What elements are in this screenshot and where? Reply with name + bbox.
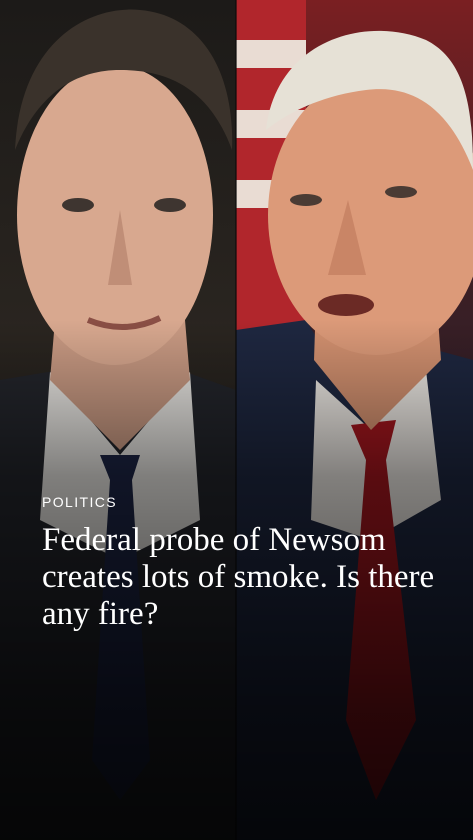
category-label[interactable]: POLITICS: [42, 494, 449, 510]
story-card[interactable]: POLITICS Federal probe of Newsom creates…: [0, 0, 473, 840]
story-caption: POLITICS Federal probe of Newsom creates…: [42, 494, 449, 633]
headline[interactable]: Federal probe of Newsom creates lots of …: [42, 522, 449, 633]
